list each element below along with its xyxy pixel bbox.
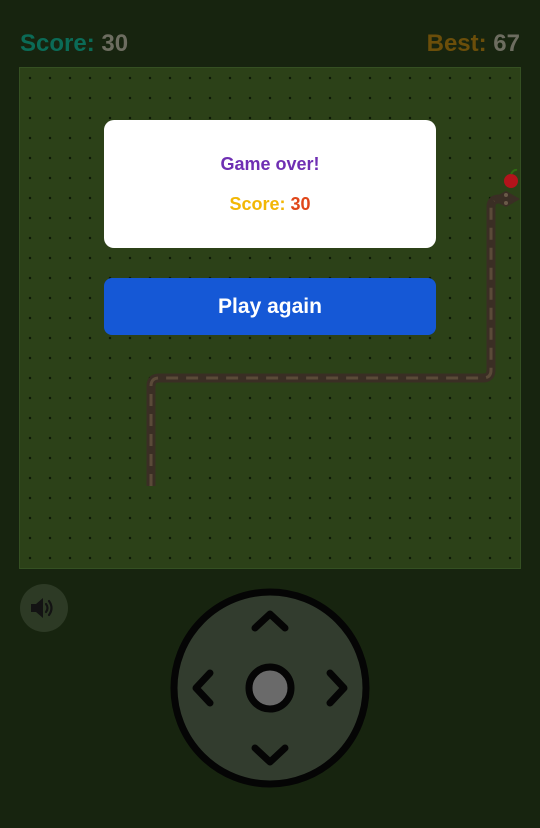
game-over-title: Game over! <box>220 154 320 174</box>
arrow-left-icon[interactable] <box>184 663 220 713</box>
arrow-down-icon[interactable] <box>245 738 295 774</box>
final-score: Score: 30 <box>104 194 436 215</box>
arrow-right-icon[interactable] <box>320 663 356 713</box>
best-score: Best: 67 <box>427 30 520 58</box>
apple-icon <box>504 168 518 188</box>
sound-toggle-button[interactable] <box>20 584 68 632</box>
game-over-dialog: Game over! Score: 30 <box>104 120 436 248</box>
center-button[interactable] <box>240 658 300 718</box>
best-label: Best: <box>426 30 487 57</box>
final-score-label: Score: <box>229 194 286 214</box>
current-score: Score: 30 <box>20 30 128 58</box>
final-score-value: 30 <box>290 194 311 214</box>
play-again-button[interactable]: Play again <box>104 278 436 335</box>
score-value: 30 <box>101 30 129 57</box>
best-value: 67 <box>493 30 520 57</box>
score-bar: Score: 30 Best: 67 <box>20 28 520 60</box>
arrow-up-icon[interactable] <box>245 602 295 638</box>
direction-pad <box>170 588 370 788</box>
speaker-volume-icon <box>31 598 53 618</box>
score-label: Score: <box>20 30 95 57</box>
